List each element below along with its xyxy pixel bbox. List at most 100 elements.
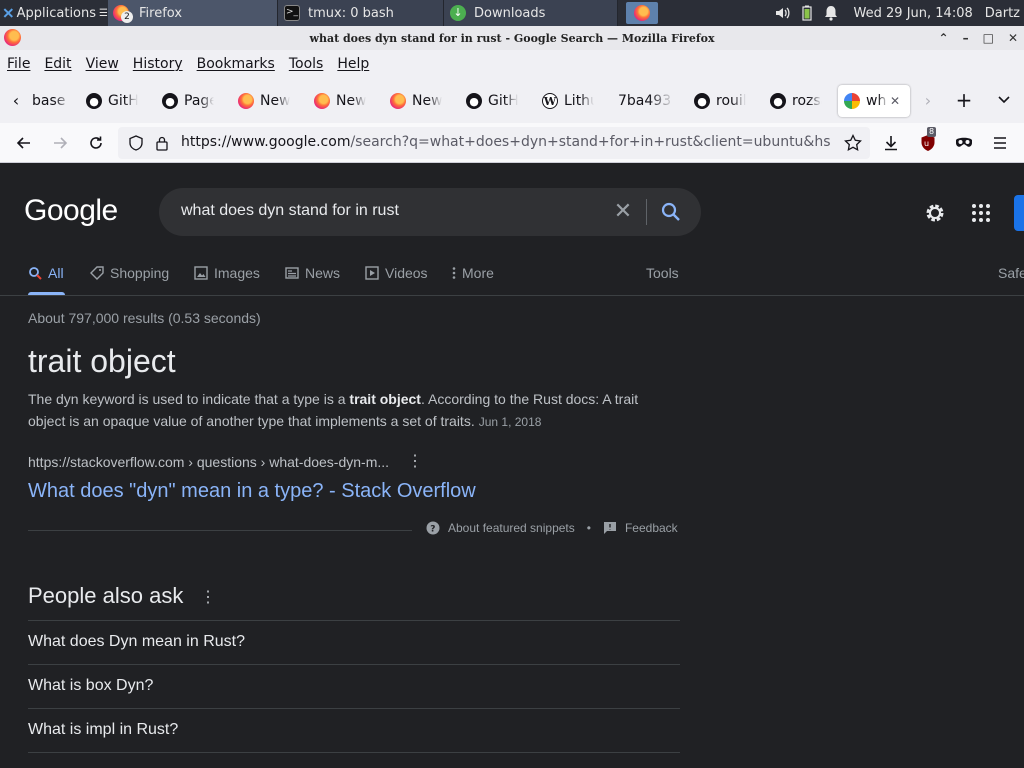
bookmark-star-icon[interactable] [844,134,862,152]
search-icon[interactable] [659,200,683,224]
menu-file[interactable]: File [7,56,30,72]
open-application-menu-button[interactable] [988,131,1012,155]
taskbar-window-tmux[interactable]: >_ tmux: 0 bash [278,0,444,26]
tab-new-1[interactable]: New [238,85,304,117]
result-options-icon[interactable]: ⋮ [407,453,423,471]
menu-edit[interactable]: Edit [44,56,71,72]
menu-view[interactable]: View [86,56,119,72]
news-icon [285,267,299,279]
lock-icon[interactable] [155,135,169,151]
user-name[interactable]: Dartz [985,6,1020,21]
result-source-url[interactable]: https://stackoverflow.com › questions › … [28,454,389,470]
tools-button[interactable]: Tools [646,265,679,281]
back-button[interactable] [12,131,36,155]
downloads-button[interactable] [879,131,903,155]
menu-bookmarks[interactable]: Bookmarks [197,56,275,72]
tab-news[interactable]: News [285,265,340,281]
reload-button[interactable] [84,131,108,155]
about-featured-snippets-link[interactable]: About featured snippets [448,521,575,535]
tab-shopping[interactable]: Shopping [90,265,169,281]
tab-label: Lithu [564,93,594,109]
tab-label: GitHub [488,93,518,109]
settings-gear-icon[interactable] [923,201,947,225]
more-vert-icon [452,267,456,279]
tab-label: 7ba493 [618,93,672,109]
arrow-right-icon [54,137,68,149]
taskbar-window-firefox[interactable]: 2 Firefox [108,0,278,26]
tab-github-3[interactable]: ● rouill [694,85,760,117]
google-logo[interactable]: Google [24,194,118,228]
tab-commit[interactable]: 7ba493 [618,85,680,117]
firefox-icon [390,93,406,109]
github-icon: ● [86,93,102,109]
feedback-link[interactable]: Feedback [625,521,678,535]
terminal-icon: >_ [284,5,300,21]
tab-github-2[interactable]: ● GitHub [466,85,532,117]
scroll-tabs-right-button[interactable]: › [916,88,940,112]
people-also-ask-options-icon[interactable]: ⋮ [200,587,216,607]
tab-more[interactable]: More [452,265,494,281]
maximize-window-button[interactable]: □ [983,31,994,45]
taskbar-launcher-firefox[interactable] [626,2,658,24]
tracking-protection-shield-icon[interactable] [128,135,144,151]
question-text: What does Dyn mean in Rust? [28,633,245,650]
tab-google-search[interactable]: wh ✕ [838,85,910,117]
forward-button[interactable] [48,131,72,155]
battery-icon[interactable] [801,5,812,21]
url-bar[interactable]: https://www.google.com/search?q=what+doe… [118,127,870,159]
shade-window-button[interactable]: ⌃ [939,31,949,45]
menu-help[interactable]: Help [337,56,369,72]
applications-menu[interactable]: Applications ☰ [0,0,108,26]
minimize-window-button[interactable]: – [963,31,969,45]
tab-github-4[interactable]: ● rozsa [770,85,836,117]
firefox-icon [314,93,330,109]
clock[interactable]: Wed 29 Jun, 14:08 [854,6,973,21]
google-icon [844,93,860,109]
close-tab-icon[interactable]: ✕ [890,94,900,108]
people-also-ask-question[interactable]: What is box Dyn? [28,664,680,708]
safesearch-label: Safe [998,265,1024,281]
menu-tools[interactable]: Tools [289,56,324,72]
result-title-link[interactable]: What does "dyn" mean in a type? - Stack … [28,480,476,503]
clear-search-icon[interactable]: ✕ [611,199,635,223]
people-also-ask-heading: People also ask [28,583,184,608]
notification-bell-icon[interactable] [824,5,838,21]
snippet-highlight: trait object [349,391,421,407]
tools-label: Tools [646,265,679,281]
tab-label: Shopping [110,265,170,281]
search-input[interactable]: what does dyn stand for in rust [181,202,399,220]
tab-new-3[interactable]: New [390,85,456,117]
url-host: https://www.google.com [181,134,351,150]
menu-history[interactable]: History [133,56,183,72]
tab-label: New [260,93,290,109]
tab-all[interactable]: All [28,265,64,281]
tab-images[interactable]: Images [194,265,260,281]
url-path: /search?q=what+does+dyn+stand+for+in+rus… [350,134,831,150]
tab-label: rouill [716,93,746,109]
private-browsing-extension-button[interactable] [952,131,976,155]
tab-videos[interactable]: Videos [365,265,428,281]
arrow-left-icon [16,137,30,149]
people-also-ask-question[interactable]: What is impl in Rust? [28,708,680,752]
url-text[interactable]: https://www.google.com/search?q=what+doe… [181,134,831,150]
new-tab-button[interactable]: + [952,88,976,112]
safesearch-button[interactable]: Safe [998,265,1024,281]
list-all-tabs-button[interactable] [992,88,1016,112]
tab-github-1[interactable]: ● GitHub [86,85,152,117]
tab-base[interactable]: base [32,85,76,117]
blocked-count-badge: 8 [927,127,937,137]
people-also-ask-question[interactable]: What does Dyn mean in Rust? [28,620,680,664]
google-apps-grid-icon[interactable] [969,201,993,225]
tab-label: New [336,93,366,109]
tab-github-pages[interactable]: ● Page [162,85,228,117]
ublock-origin-button[interactable]: u 8 [916,127,940,155]
tab-wikipedia[interactable]: W Lithu [542,85,608,117]
search-box[interactable]: what does dyn stand for in rust ✕ [159,188,701,236]
scroll-tabs-left-button[interactable]: ‹ [4,88,28,112]
close-window-button[interactable]: ✕ [1008,31,1018,45]
volume-icon[interactable] [774,5,790,21]
tab-new-2[interactable]: New [314,85,380,117]
taskbar-window-downloads[interactable]: ↓ Downloads [444,0,618,26]
footer-bullet: • [586,521,591,535]
sign-in-button[interactable] [1014,195,1024,231]
